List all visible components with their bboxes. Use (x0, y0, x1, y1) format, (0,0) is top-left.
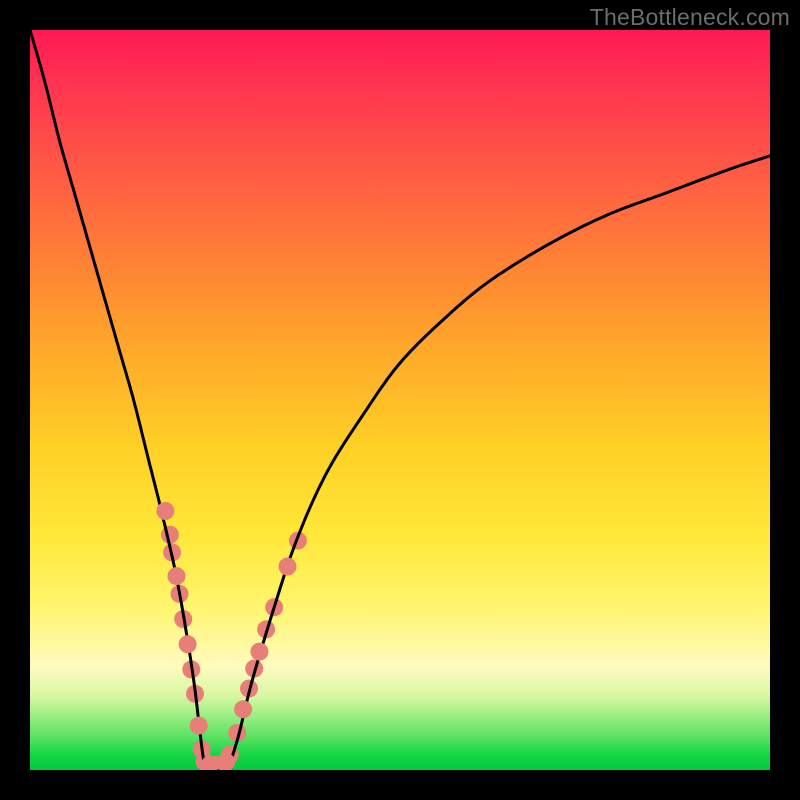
data-dot (190, 717, 208, 735)
data-dot (156, 502, 174, 520)
data-dot (279, 558, 297, 576)
data-dot (250, 643, 268, 661)
data-dot (168, 567, 186, 585)
plot-area (30, 30, 770, 770)
chart-frame: TheBottleneck.com (0, 0, 800, 800)
chart-svg (30, 30, 770, 770)
watermark-text: TheBottleneck.com (590, 4, 790, 31)
data-dot (234, 700, 252, 718)
data-dots-above-curve (156, 502, 296, 770)
data-dot (179, 635, 197, 653)
bottleneck-curve (30, 30, 770, 770)
